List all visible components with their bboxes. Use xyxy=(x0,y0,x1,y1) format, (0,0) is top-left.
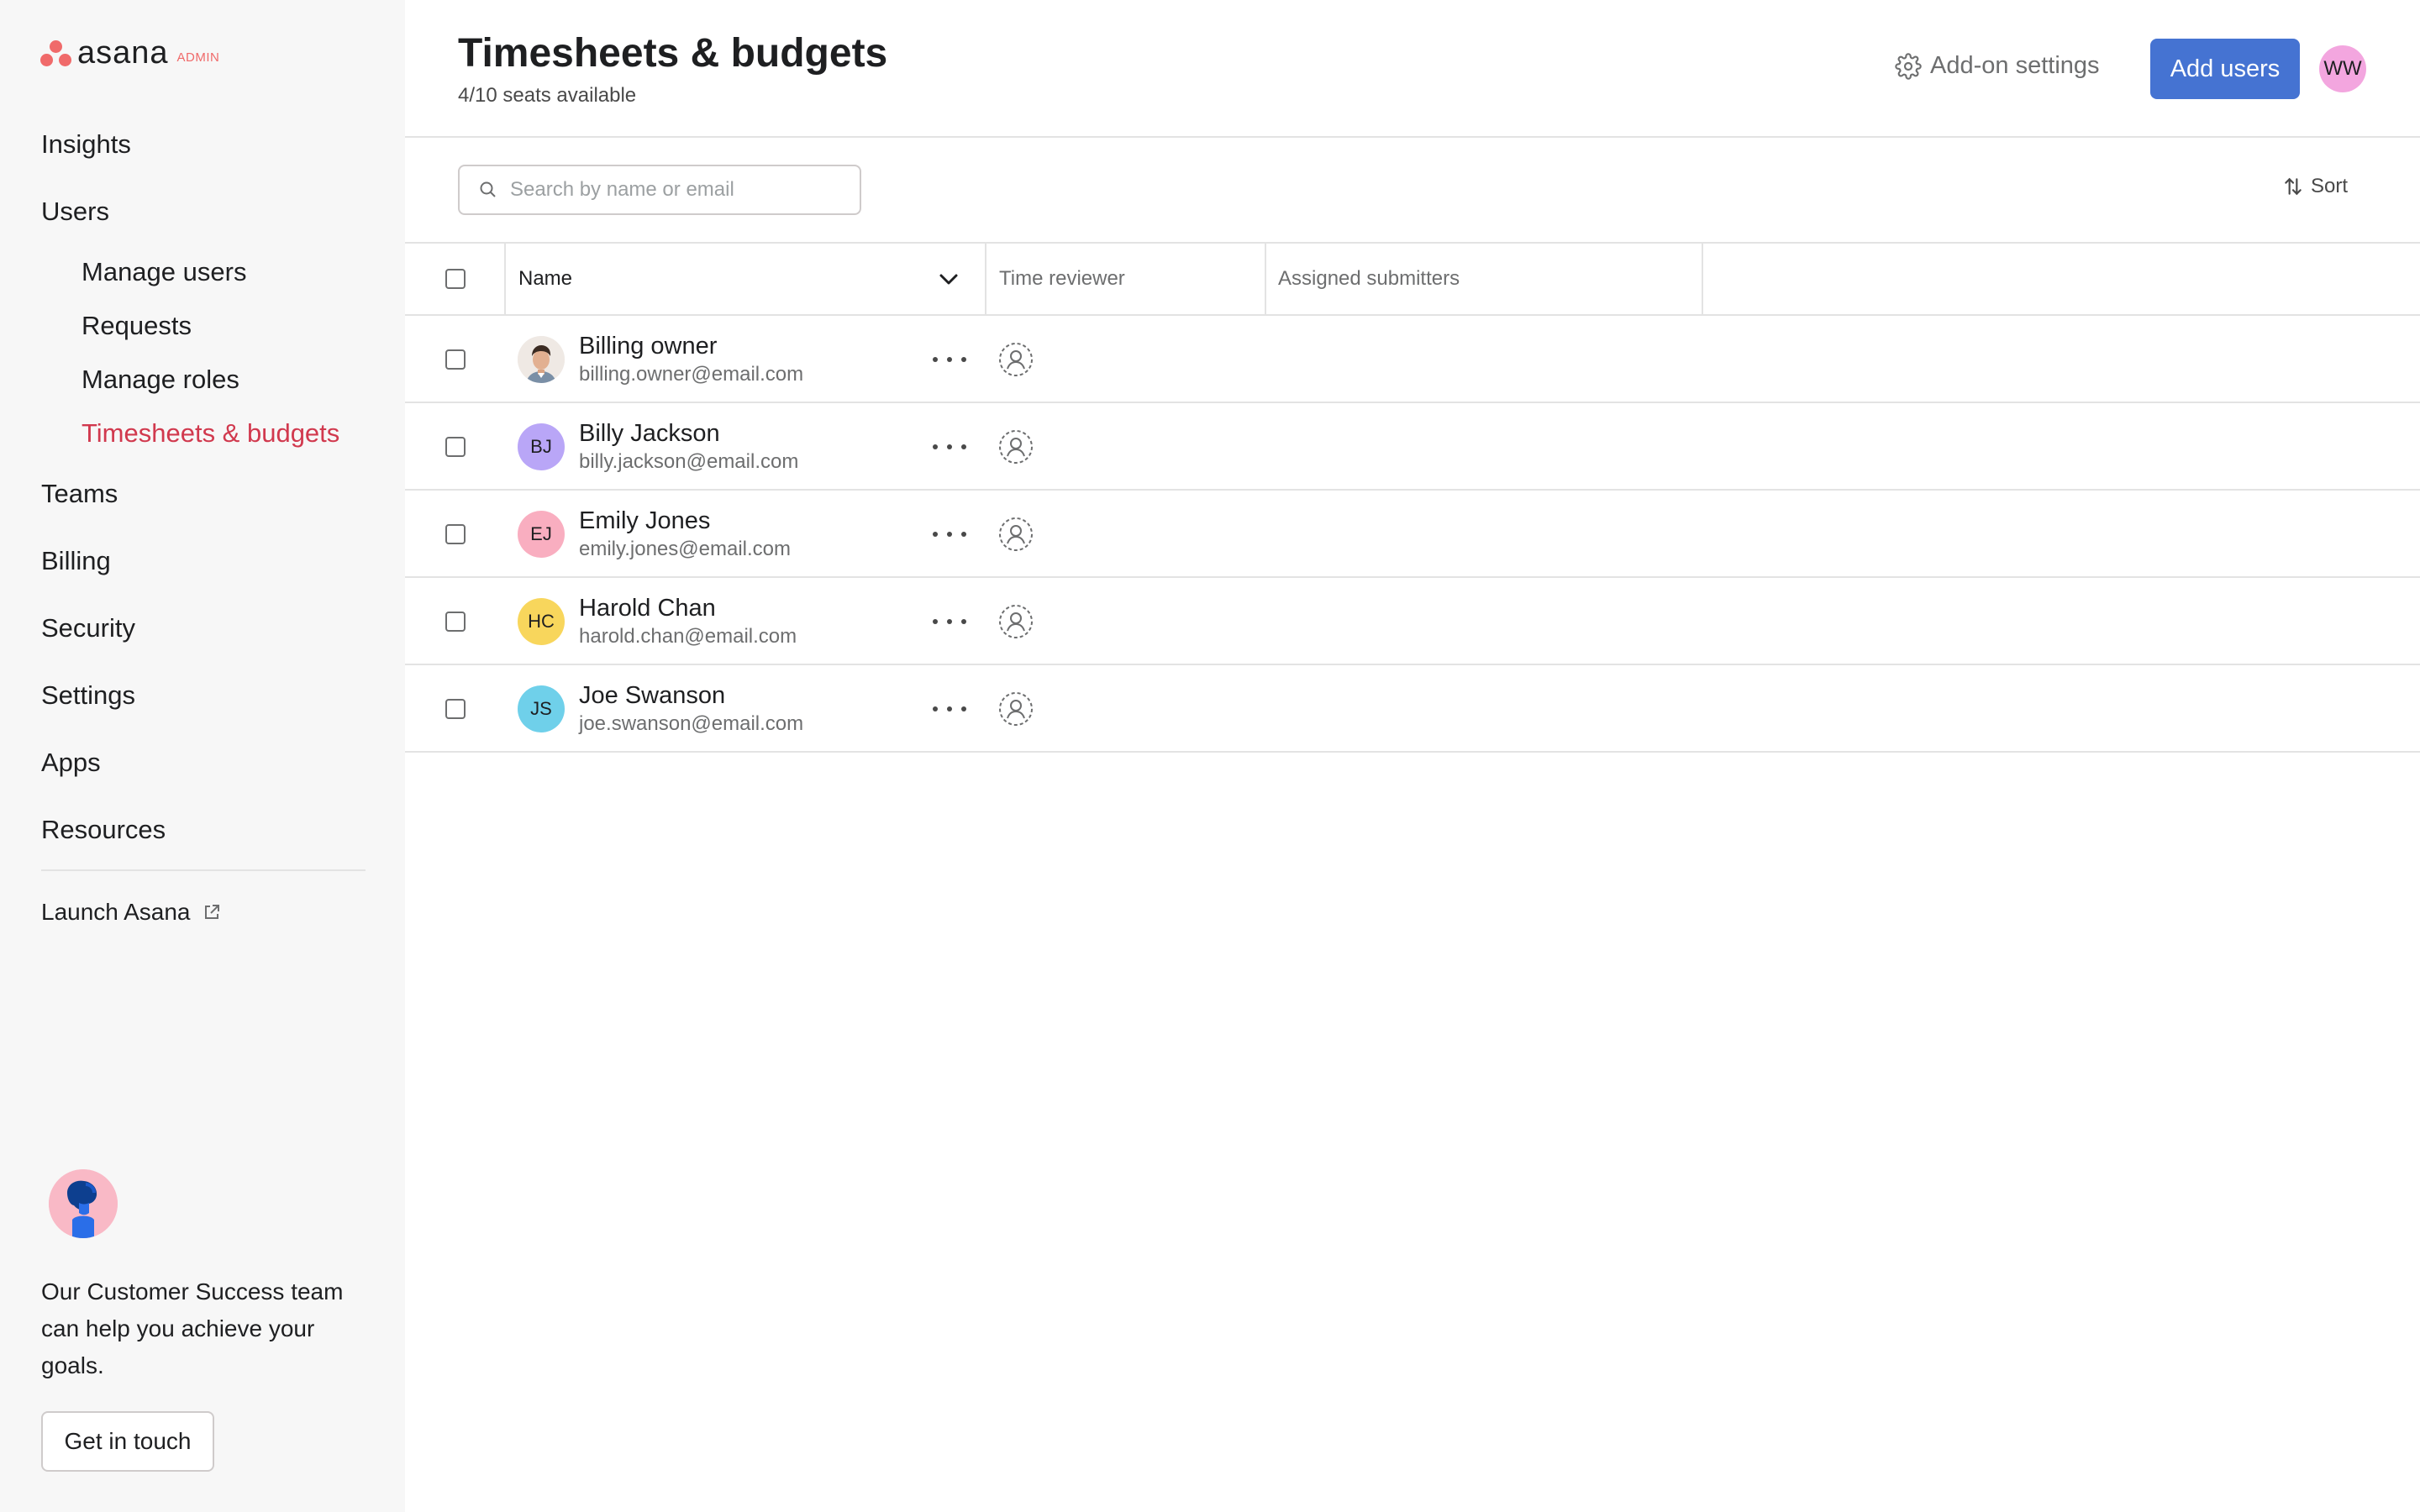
external-link-icon xyxy=(204,905,219,919)
person-photo-icon xyxy=(518,336,565,383)
table-row[interactable]: EJ Emily Jones emily.jones@email.com xyxy=(405,491,2420,578)
row-checkbox[interactable] xyxy=(445,524,466,544)
sidebar-divider xyxy=(41,869,366,871)
row-checkbox[interactable] xyxy=(445,437,466,457)
column-separator xyxy=(1265,244,1266,316)
table-row[interactable]: HC Harold Chan harold.chan@email.com xyxy=(405,578,2420,665)
add-users-button[interactable]: Add users xyxy=(2150,39,2300,99)
asana-logo-icon xyxy=(40,39,72,67)
sidebar-item-manage-users[interactable]: Manage users xyxy=(82,257,246,287)
avatar xyxy=(518,336,565,383)
page-title: Timesheets & budgets xyxy=(458,31,888,76)
column-separator xyxy=(985,244,986,316)
user-email: billy.jackson@email.com xyxy=(579,450,799,473)
user-email: emily.jones@email.com xyxy=(579,538,791,560)
header-divider xyxy=(405,136,2420,138)
more-options-icon[interactable] xyxy=(933,697,966,721)
sort-icon xyxy=(2285,177,2302,196)
select-all-checkbox[interactable] xyxy=(445,269,466,289)
sidebar-item-resources[interactable]: Resources xyxy=(41,815,166,845)
add-on-settings-button[interactable]: Add-on settings xyxy=(1895,52,2100,80)
sidebar-item-insights[interactable]: Insights xyxy=(41,129,131,160)
row-checkbox[interactable] xyxy=(445,612,466,632)
table-row[interactable]: Billing owner billing.owner@email.com xyxy=(405,316,2420,403)
avatar: BJ xyxy=(518,423,565,470)
launch-asana-link[interactable]: Launch Asana xyxy=(41,899,221,926)
avatar: HC xyxy=(518,598,565,645)
column-header-time-reviewer[interactable]: Time reviewer xyxy=(999,267,1125,291)
assign-reviewer-icon[interactable] xyxy=(997,603,1034,640)
chevron-down-icon[interactable] xyxy=(936,269,961,291)
seats-available: 4/10 seats available xyxy=(458,84,637,107)
column-header-name[interactable]: Name xyxy=(518,267,572,291)
sidebar-item-settings[interactable]: Settings xyxy=(41,680,135,711)
sidebar-item-timesheets-budgets[interactable]: Timesheets & budgets xyxy=(82,418,339,449)
user-name: Billy Jackson xyxy=(579,420,720,447)
sidebar-item-billing[interactable]: Billing xyxy=(41,546,111,576)
sort-button[interactable]: Sort xyxy=(2282,175,2348,198)
logo-wordmark: asana xyxy=(77,35,169,71)
customer-success-message: Our Customer Success team can help you a… xyxy=(41,1278,344,1378)
sidebar: asana ADMIN Insights Users Manage users … xyxy=(0,0,405,1512)
assign-reviewer-icon[interactable] xyxy=(997,428,1034,465)
user-email: harold.chan@email.com xyxy=(579,625,797,648)
user-avatar[interactable]: WW xyxy=(2319,45,2366,92)
search-icon xyxy=(480,181,496,197)
gear-icon xyxy=(1895,52,1922,80)
user-name: Emily Jones xyxy=(579,507,711,534)
search-box[interactable] xyxy=(458,165,861,215)
sidebar-item-users[interactable]: Users xyxy=(41,197,109,227)
search-input[interactable] xyxy=(510,178,846,202)
avatar: EJ xyxy=(518,511,565,558)
column-separator xyxy=(504,244,506,316)
assign-reviewer-icon[interactable] xyxy=(997,341,1034,378)
assign-reviewer-icon[interactable] xyxy=(997,690,1034,727)
admin-badge: ADMIN xyxy=(176,50,220,65)
table-row[interactable]: BJ Billy Jackson billy.jackson@email.com xyxy=(405,403,2420,491)
column-header-assigned-submitters[interactable]: Assigned submitters xyxy=(1278,267,1460,291)
get-in-touch-button[interactable]: Get in touch xyxy=(41,1411,214,1472)
sidebar-item-security[interactable]: Security xyxy=(41,613,135,643)
sidebar-item-manage-roles[interactable]: Manage roles xyxy=(82,365,239,395)
row-checkbox[interactable] xyxy=(445,699,466,719)
sidebar-item-apps[interactable]: Apps xyxy=(41,748,101,778)
add-on-settings-label: Add-on settings xyxy=(1930,52,2100,79)
row-checkbox[interactable] xyxy=(445,349,466,370)
sidebar-item-teams[interactable]: Teams xyxy=(41,479,118,509)
avatar: JS xyxy=(518,685,565,732)
more-options-icon[interactable] xyxy=(933,522,966,546)
more-options-icon[interactable] xyxy=(933,348,966,371)
user-email: billing.owner@email.com xyxy=(579,363,804,386)
table-row[interactable]: JS Joe Swanson joe.swanson@email.com xyxy=(405,665,2420,753)
customer-success-avatar xyxy=(49,1169,118,1238)
user-name: Joe Swanson xyxy=(579,682,726,709)
sort-label: Sort xyxy=(2311,175,2349,197)
user-email: joe.swanson@email.com xyxy=(579,712,804,735)
launch-asana-label: Launch Asana xyxy=(41,899,191,925)
customer-success-illustration xyxy=(49,1169,118,1238)
column-separator xyxy=(1702,244,1703,316)
assign-reviewer-icon[interactable] xyxy=(997,516,1034,553)
user-name: Billing owner xyxy=(579,333,718,360)
user-name: Harold Chan xyxy=(579,595,716,622)
sidebar-item-requests[interactable]: Requests xyxy=(82,311,192,341)
table-header: Name Time reviewer Assigned submitters xyxy=(405,242,2420,316)
more-options-icon[interactable] xyxy=(933,610,966,633)
asana-logo[interactable]: asana ADMIN xyxy=(40,35,220,71)
more-options-icon[interactable] xyxy=(933,435,966,459)
